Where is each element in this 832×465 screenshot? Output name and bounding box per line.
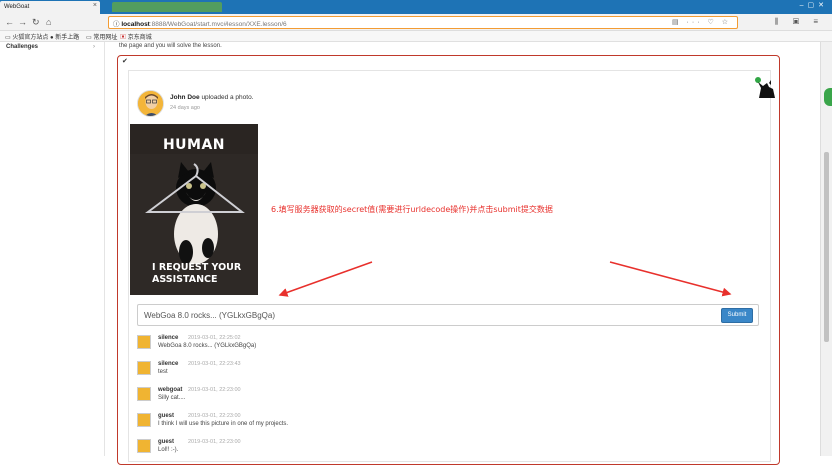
sidebar-item-challenges[interactable]: Challenges (6, 44, 38, 50)
bookmark-item[interactable]: ● 新手上路 (50, 32, 79, 41)
avatar (137, 335, 151, 349)
close-tab-icon[interactable]: × (93, 2, 97, 9)
side-panel-toggle-icon[interactable] (824, 88, 832, 106)
comment-form: Submit (137, 304, 759, 326)
lesson-intro-text: the page and you will solve the lesson. (119, 43, 222, 49)
back-icon[interactable]: ← (5, 17, 14, 27)
submit-button[interactable]: Submit (721, 308, 753, 323)
window-controls[interactable]: –▢✕ (800, 1, 828, 9)
comment-item: silence 2019-03-01, 22:25:02 WebGoa 8.0 … (137, 335, 637, 355)
comment-user: guest (158, 413, 175, 419)
comment-input[interactable] (144, 309, 704, 321)
comment-item: webgoat 2019-03-01, 22:23:00 Silly cat..… (137, 387, 637, 407)
webgoat-logo-icon (758, 80, 775, 98)
url-path: :8888/WebGoat/start.mvc#lesson/XXE.lesso… (149, 21, 287, 28)
comment-date: 2019-03-01, 22:25:02 (188, 335, 241, 341)
url-host: localhost (121, 21, 150, 28)
browser-tab-bar: WebGoat × –▢✕ (0, 0, 832, 14)
comment-text: test (158, 369, 168, 375)
page-actions-icon[interactable]: ▤ ··· ♡ ☆ (672, 18, 731, 26)
lesson-panel: ✔ John Doe uploaded a photo. 24 days ago… (117, 55, 780, 465)
comment-user: guest (158, 439, 175, 445)
sidebar: Challenges › (0, 42, 105, 456)
comment-date: 2019-03-01, 22:23:00 (188, 387, 241, 393)
avatar (137, 90, 164, 117)
check-icon: ✔ (122, 58, 128, 65)
post-header: John Doe uploaded a photo. (170, 94, 254, 101)
photo-post: John Doe uploaded a photo. 24 days ago H… (128, 70, 775, 462)
home-icon[interactable]: ⌂ (46, 17, 51, 27)
annotation-text: 6.填写服务器获取的secret值(需要进行urldecode操作)并点击sub… (271, 205, 553, 214)
avatar (137, 387, 151, 401)
avatar (137, 413, 151, 427)
avatar (137, 361, 151, 375)
comment-text: I think I will use this picture in one o… (158, 421, 289, 427)
info-icon[interactable]: ⓘ (113, 21, 120, 28)
photo-caption-top: HUMAN (162, 137, 226, 153)
chevron-right-icon[interactable]: › (93, 44, 95, 50)
bookmarks-bar: ▭ 火狐官方站点 ● 新手上路 ▭ 常用网址 ▣ 京东商城 (0, 31, 832, 42)
address-bar[interactable]: ⓘ localhost:8888/WebGoat/start.mvc#lesso… (108, 16, 738, 29)
tab-title: WebGoat (4, 4, 30, 10)
comment-item: guest 2019-03-01, 22:23:00 I think I wil… (137, 413, 637, 433)
bookmark-item[interactable]: ▭ 常用网址 (86, 32, 117, 41)
forward-icon[interactable]: → (18, 17, 27, 27)
cat-photo: HUMAN I REQUEST YOUR ASSISTANCE (130, 124, 258, 295)
comment-user: silence (158, 361, 179, 367)
comment-item: guest 2019-03-01, 22:23:00 Lol!! :-). (137, 439, 637, 459)
photo-caption-bottom: I REQUEST YOUR ASSISTANCE (152, 262, 242, 285)
avatar (137, 439, 151, 453)
tab-webgoat[interactable]: WebGoat × (0, 1, 100, 14)
tab-inactive[interactable] (112, 2, 222, 12)
scroll-thumb[interactable] (824, 152, 829, 342)
comment-text: WebGoa 8.0 rocks... (YGLkxGBgQa) (158, 343, 257, 349)
comment-user: silence (158, 335, 179, 341)
comment-item: silence 2019-03-01, 22:23:43 test (137, 361, 637, 381)
lesson-content: the page and you will solve the lesson. … (105, 42, 820, 465)
comment-date: 2019-03-01, 22:23:43 (188, 361, 241, 367)
reload-icon[interactable]: ↻ (32, 17, 40, 28)
comment-text: Lol!! :-). (158, 447, 179, 453)
poster-name: John Doe (170, 94, 200, 101)
comment-text: Silly cat.... (158, 395, 186, 401)
bookmark-item[interactable]: ▭ 火狐官方站点 (5, 32, 48, 41)
poster-action: uploaded a photo. (201, 94, 254, 101)
navigation-bar: ← → ↻ ⌂ ⓘ localhost:8888/WebGoat/start.m… (0, 14, 832, 31)
comment-user: webgoat (158, 387, 183, 393)
library-icon[interactable]: ⫼ ▣ ≡ (775, 17, 824, 27)
comment-date: 2019-03-01, 22:23:00 (188, 439, 241, 445)
comment-date: 2019-03-01, 22:23:00 (188, 413, 241, 419)
bookmark-item[interactable]: ▣ 京东商城 (120, 32, 152, 41)
post-time: 24 days ago (170, 105, 200, 111)
